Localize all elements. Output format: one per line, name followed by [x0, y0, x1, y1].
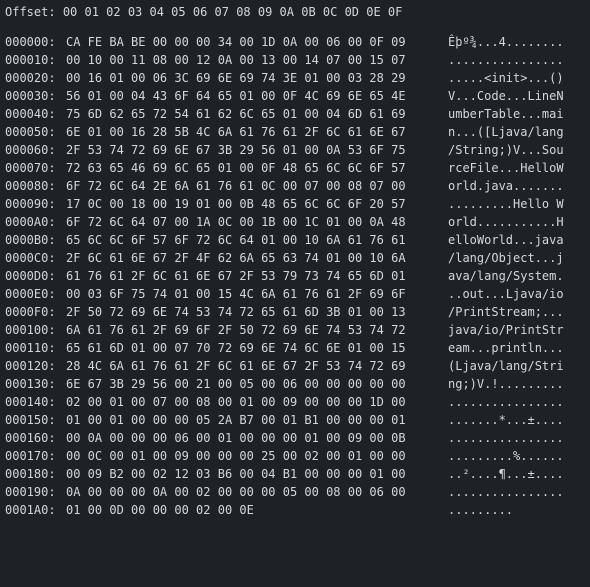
row-offset: 000130: [5, 377, 56, 391]
row-offset: 000110: [5, 341, 56, 355]
row-offset: 000030: [5, 89, 56, 103]
column-indices: 00 01 02 03 04 05 06 07 08 09 0A 0B 0C 0… [62, 5, 403, 19]
row-ascii-text[interactable]: .....<init>...() [448, 69, 564, 87]
row-offset: 000100: [5, 323, 56, 337]
row-hex-bytes[interactable]: 00 0A 00 00 00 06 00 01 00 00 00 01 00 0… [66, 429, 406, 447]
row-hex-bytes[interactable]: 75 6D 62 65 72 54 61 62 6C 65 01 00 04 6… [66, 105, 406, 123]
row-ascii-text[interactable]: umberTable...mai [448, 105, 564, 123]
row-hex-bytes[interactable]: 2F 53 74 72 69 6E 67 3B 29 56 01 00 0A 5… [66, 141, 406, 159]
row-hex-bytes[interactable]: 6A 61 76 61 2F 69 6F 2F 50 72 69 6E 74 5… [66, 321, 406, 339]
row-ascii-text[interactable]: ................ [448, 51, 564, 69]
row-ascii-text[interactable]: ava/lang/System. [448, 267, 564, 285]
row-hex-bytes[interactable]: CA FE BA BE 00 00 00 34 00 1D 0A 00 06 0… [66, 33, 406, 51]
row-hex-bytes[interactable]: 00 16 01 00 06 3C 69 6E 69 74 3E 01 00 0… [66, 69, 406, 87]
row-hex-bytes[interactable]: 02 00 01 00 07 00 08 00 01 00 09 00 00 0… [66, 393, 406, 411]
hex-viewer: Offset: 00 01 02 03 04 05 06 07 08 09 0A… [0, 0, 590, 587]
row-offset: 0000E0: [5, 287, 56, 301]
row-hex-bytes[interactable]: 2F 50 72 69 6E 74 53 74 72 65 61 6D 3B 0… [66, 303, 406, 321]
row-hex-bytes[interactable]: 56 01 00 04 43 6F 64 65 01 00 0F 4C 69 6… [66, 87, 406, 105]
row-ascii-text[interactable]: V...Code...LineN [448, 87, 564, 105]
row-ascii-text[interactable]: (Ljava/lang/Stri [448, 357, 564, 375]
row-ascii-text[interactable]: Êþº¾...4........ [448, 33, 564, 51]
row-ascii-text[interactable]: n...([Ljava/lang [448, 123, 564, 141]
row-ascii-text[interactable]: ................ [448, 483, 564, 501]
row-ascii-text[interactable]: ng;)V.!......... [448, 375, 564, 393]
row-offset: 000170: [5, 449, 56, 463]
row-ascii-text[interactable]: orld...........H [448, 213, 564, 231]
row-hex-bytes[interactable]: 00 03 6F 75 74 01 00 15 4C 6A 61 76 61 2… [66, 285, 406, 303]
row-offset: 000140: [5, 395, 56, 409]
row-offset: 000080: [5, 179, 56, 193]
row-hex-bytes[interactable]: 65 6C 6C 6F 57 6F 72 6C 64 01 00 10 6A 6… [66, 231, 406, 249]
row-hex-bytes[interactable]: 01 00 0D 00 00 00 02 00 0E [66, 501, 254, 519]
row-hex-bytes[interactable]: 28 4C 6A 61 76 61 2F 6C 61 6E 67 2F 53 7… [66, 357, 406, 375]
row-hex-bytes[interactable]: 61 76 61 2F 6C 61 6E 67 2F 53 79 73 74 6… [66, 267, 406, 285]
row-hex-bytes[interactable]: 00 10 00 11 08 00 12 0A 00 13 00 14 07 0… [66, 51, 406, 69]
row-offset: 000150: [5, 413, 56, 427]
row-hex-bytes[interactable]: 6E 67 3B 29 56 00 21 00 05 00 06 00 00 0… [66, 375, 406, 393]
row-hex-bytes[interactable]: 01 00 01 00 00 00 05 2A B7 00 01 B1 00 0… [66, 411, 406, 429]
row-hex-bytes[interactable]: 00 09 B2 00 02 12 03 B6 00 04 B1 00 00 0… [66, 465, 406, 483]
row-offset: 000190: [5, 485, 56, 499]
row-hex-bytes[interactable]: 6F 72 6C 64 07 00 1A 0C 00 1B 00 1C 01 0… [66, 213, 406, 231]
column-header: Offset: 00 01 02 03 04 05 06 07 08 09 0A… [5, 4, 402, 20]
row-hex-bytes[interactable]: 6E 01 00 16 28 5B 4C 6A 61 76 61 2F 6C 6… [66, 123, 406, 141]
row-ascii-text[interactable]: ..out...Ljava/io [448, 285, 564, 303]
row-ascii-text[interactable]: /PrintStream;... [448, 303, 564, 321]
row-offset: 000040: [5, 107, 56, 121]
row-offset: 0001A0: [5, 503, 56, 517]
row-ascii-text[interactable]: .......*...±.... [448, 411, 564, 429]
row-offset: 0000B0: [5, 233, 56, 247]
row-hex-bytes[interactable]: 6F 72 6C 64 2E 6A 61 76 61 0C 00 07 00 0… [66, 177, 406, 195]
row-ascii-text[interactable]: ......... [448, 501, 513, 519]
row-offset: 0000F0: [5, 305, 56, 319]
row-offset: 0000A0: [5, 215, 56, 229]
row-offset: 000050: [5, 125, 56, 139]
row-ascii-text[interactable]: .........%...... [448, 447, 564, 465]
row-hex-bytes[interactable]: 17 0C 00 18 00 19 01 00 0B 48 65 6C 6C 6… [66, 195, 406, 213]
row-hex-bytes[interactable]: 0A 00 00 00 0A 00 02 00 00 00 05 00 08 0… [66, 483, 406, 501]
row-ascii-text[interactable]: .........Hello W [448, 195, 564, 213]
row-hex-bytes[interactable]: 00 0C 00 01 00 09 00 00 00 25 00 02 00 0… [66, 447, 406, 465]
row-ascii-text[interactable]: ..²....¶...±.... [448, 465, 564, 483]
row-offset: 000120: [5, 359, 56, 373]
row-ascii-text[interactable]: java/io/PrintStr [448, 321, 564, 339]
row-ascii-text[interactable]: eam...println... [448, 339, 564, 357]
row-offset: 000020: [5, 71, 56, 85]
row-ascii-text[interactable]: ................ [448, 393, 564, 411]
row-ascii-text[interactable]: elloWorld...java [448, 231, 564, 249]
row-ascii-text[interactable]: /lang/Object...j [448, 249, 564, 267]
row-offset: 000000: [5, 35, 56, 49]
row-ascii-text[interactable]: /String;)V...Sou [448, 141, 564, 159]
row-hex-bytes[interactable]: 2F 6C 61 6E 67 2F 4F 62 6A 65 63 74 01 0… [66, 249, 406, 267]
row-offset: 0000C0: [5, 251, 56, 265]
row-offset: 000060: [5, 143, 56, 157]
row-ascii-text[interactable]: ................ [448, 429, 564, 447]
row-offset: 000180: [5, 467, 56, 481]
row-offset: 000160: [5, 431, 56, 445]
row-hex-bytes[interactable]: 72 63 65 46 69 6C 65 01 00 0F 48 65 6C 6… [66, 159, 406, 177]
row-offset: 0000D0: [5, 269, 56, 283]
row-ascii-text[interactable]: rceFile...HelloW [448, 159, 564, 177]
row-offset: 000010: [5, 53, 56, 67]
row-hex-bytes[interactable]: 65 61 6D 01 00 07 70 72 69 6E 74 6C 6E 0… [66, 339, 406, 357]
offset-header-label: Offset: [5, 5, 56, 19]
row-ascii-text[interactable]: orld.java....... [448, 177, 564, 195]
row-offset: 000090: [5, 197, 56, 211]
row-offset: 000070: [5, 161, 56, 175]
